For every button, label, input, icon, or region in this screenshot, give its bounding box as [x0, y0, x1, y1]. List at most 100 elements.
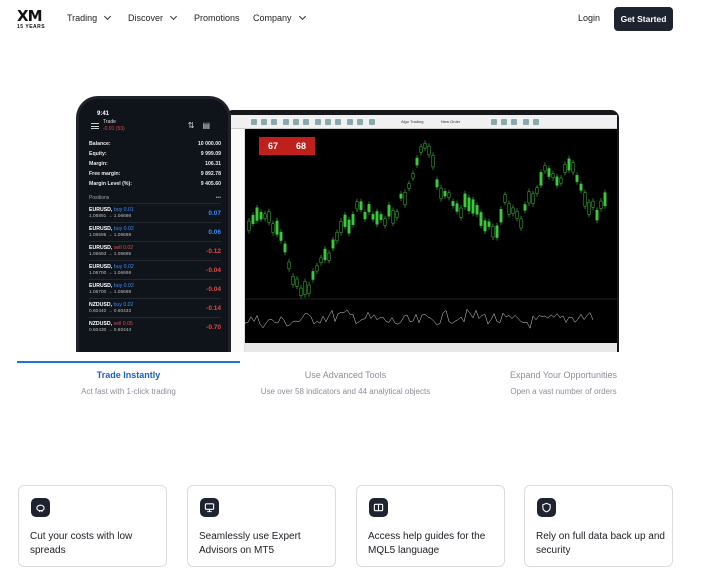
- xm-logo[interactable]: XM 15 YEARS: [17, 9, 49, 31]
- position-row[interactable]: NZDUSD, sell 0.05 0.60430 → 0.60444 -0.7…: [89, 317, 221, 336]
- candle-body: [603, 192, 607, 207]
- positions-header: Positions •••: [89, 195, 221, 201]
- login-link[interactable]: Login: [578, 13, 600, 23]
- feature-card-text: Seamlessly use Expert Advisors on MT5: [199, 531, 301, 556]
- candle-body: [463, 193, 467, 208]
- candle-body: [391, 210, 395, 224]
- candle-body: [555, 176, 559, 186]
- tab-trade-instantly[interactable]: Trade Instantly Act fast with 1-click tr…: [17, 361, 240, 396]
- margin-level-row: Margin Level (%): 9 405.60: [89, 181, 221, 187]
- monitor-icon: [200, 498, 219, 517]
- oscillator-line: [245, 308, 594, 329]
- terminal-side-panel: [231, 129, 245, 352]
- tab-expand-your-opportunities[interactable]: Expand Your Opportunities Open a vast nu…: [452, 361, 675, 396]
- candle-body: [571, 162, 575, 173]
- candle-body: [527, 191, 531, 204]
- menu-icon: [91, 123, 99, 129]
- phone-profit: -0.91 (53): [103, 126, 125, 132]
- chevron-down-icon: [104, 12, 112, 21]
- candle-body: [303, 281, 307, 295]
- candle-body: [411, 173, 415, 179]
- feature-card-data-backup: Rely on full data back up and security: [524, 485, 673, 567]
- candle-body: [435, 179, 439, 188]
- book-icon: [369, 498, 388, 517]
- nav-item-company[interactable]: Company: [253, 12, 306, 23]
- candles-svg: [245, 140, 617, 329]
- candle-body: [339, 221, 343, 233]
- candle-body: [395, 211, 399, 218]
- candle-body: [415, 157, 419, 166]
- position-row[interactable]: EURUSD, buy 0.02 1.06700 → 1.06698 -0.04: [89, 260, 221, 279]
- candle-body: [471, 199, 475, 214]
- candle-body: [355, 201, 359, 210]
- feature-card-expert-advisors: Seamlessly use Expert Advisors on MT5: [187, 485, 336, 567]
- candle-body: [511, 207, 515, 214]
- candle-body: [431, 155, 435, 168]
- candle-body: [539, 172, 543, 186]
- trading-terminal-screenshot: Algo Trading New Order 67 68: [231, 115, 617, 352]
- position-row[interactable]: EURUSD, sell 0.02 1.06693 → 1.06695 -0.1…: [89, 241, 221, 260]
- candle-body: [271, 223, 275, 233]
- candle-body: [503, 194, 507, 203]
- candle-body: [275, 220, 279, 235]
- position-row[interactable]: NZDUSD, buy 0.02 0.60440 → 0.60433 -0.14: [89, 298, 221, 317]
- candle-body: [579, 183, 583, 191]
- logo-subtext: 15 YEARS: [17, 24, 46, 30]
- free-margin-row: Free margin: 9 892.78: [89, 171, 221, 177]
- candle-body: [331, 239, 335, 249]
- algo-trading-label: Algo Trading: [401, 119, 424, 124]
- candle-body: [311, 271, 315, 280]
- tab-subtitle: Open a vast number of orders: [510, 387, 617, 396]
- candle-body: [467, 197, 471, 212]
- position-row[interactable]: EURUSD, buy 0.02 1.06700 → 1.06698 -0.04: [89, 279, 221, 298]
- candle-body: [563, 164, 567, 173]
- feature-card-low-spreads: Cut your costs with low spreads: [18, 485, 167, 567]
- candle-body: [363, 212, 367, 220]
- phone-screen: 9:41 Trade -0.91 (53) ⇅▤ Balance: 10 000.…: [79, 99, 228, 352]
- candle-body: [347, 219, 351, 234]
- nav-item-trading[interactable]: Trading: [67, 12, 112, 23]
- chevron-down-icon: [298, 12, 306, 21]
- candle-body: [567, 158, 571, 171]
- candle-body: [287, 261, 291, 270]
- phone-frame: 9:41 Trade -0.91 (53) ⇅▤ Balance: 10 000.…: [76, 96, 231, 352]
- tab-title: Expand Your Opportunities: [509, 370, 618, 380]
- candle-body: [499, 209, 503, 223]
- equity-row: Equity: 9 999.09: [89, 151, 221, 157]
- candle-body: [447, 192, 451, 198]
- candle-body: [483, 220, 487, 232]
- candlestick-chart: 67 68: [245, 129, 617, 343]
- candle-body: [595, 209, 599, 221]
- candle-body: [371, 214, 375, 220]
- nav-item-label: Promotions: [194, 13, 240, 23]
- candle-body: [291, 275, 295, 285]
- nav-item-label: Company: [253, 13, 292, 23]
- candle-body: [439, 187, 443, 199]
- position-row[interactable]: EURUSD, buy 0.01 1.06891 → 1.06698 0.07: [89, 203, 221, 222]
- candle-body: [519, 218, 523, 229]
- nav-item-promotions[interactable]: Promotions: [194, 13, 240, 23]
- terminal-toolbar: Algo Trading New Order: [231, 115, 617, 129]
- position-row[interactable]: EURUSD, buy 0.02 1.06595 → 1.06698 0.06: [89, 222, 221, 241]
- active-tab-indicator: [17, 361, 240, 363]
- tab-use-advanced-tools[interactable]: Use Advanced Tools Use over 58 indicator…: [234, 361, 457, 396]
- tab-subtitle: Act fast with 1-click trading: [81, 387, 176, 396]
- balance-row: Balance: 10 000.00: [89, 141, 221, 147]
- candle-body: [351, 214, 355, 225]
- candle-body: [531, 193, 535, 204]
- candle-body: [419, 146, 423, 153]
- candle-body: [523, 204, 527, 211]
- phone-time: 9:41: [97, 111, 110, 117]
- candle-body: [251, 214, 255, 224]
- nav-item-discover[interactable]: Discover: [128, 12, 178, 23]
- candle-body: [315, 265, 319, 272]
- candle-body: [295, 278, 299, 287]
- feature-card-text: Access help guides for the MQL5 language: [368, 531, 486, 556]
- shield-icon: [537, 498, 556, 517]
- get-started-button[interactable]: Get Started: [614, 7, 673, 31]
- logo-text: XM: [17, 7, 43, 25]
- candle-body: [383, 218, 387, 226]
- candle-body: [559, 177, 563, 184]
- candle-body: [279, 231, 283, 241]
- candle-body: [423, 143, 427, 149]
